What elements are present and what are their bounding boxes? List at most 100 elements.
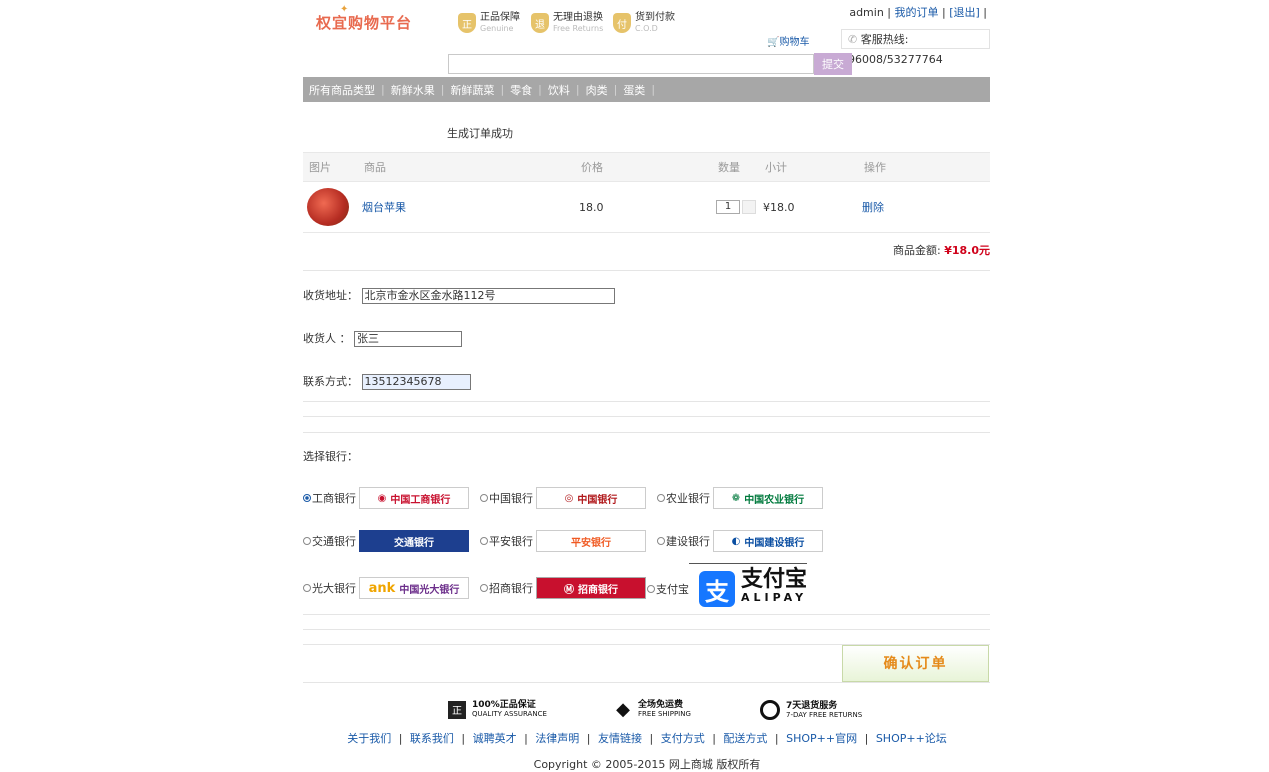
bank-select-label: 选择银行： <box>303 450 358 463</box>
category-vegetables[interactable]: 新鲜蔬菜 <box>444 82 500 98</box>
confirm-order-button[interactable]: 确认订单 <box>842 645 989 682</box>
bank-radio-pingan[interactable] <box>480 537 488 545</box>
top-nav: admin | 我的订单 | [退出] | <box>849 6 987 19</box>
bank-option-icbc[interactable]: 工商银行 ◉ 中国工商银行 <box>303 487 469 509</box>
phone-icon: ✆ <box>848 33 858 46</box>
order-table: 图片 商品 价格 数量 小计 操作 烟台苹果 18.0 1 ¥18.0 删除 <box>303 152 990 233</box>
bank-radio-icbc[interactable] <box>303 494 311 502</box>
boc-logo[interactable]: ◎ 中国银行 <box>536 487 646 509</box>
address-input[interactable]: 北京市金水区金水路112号 <box>361 288 615 304</box>
guarantee-quality: 正 100%正品保证 QUALITY ASSURANCE <box>448 700 547 719</box>
cmb-logo[interactable]: Ⓜ 招商银行 <box>536 577 646 599</box>
footer-link-official[interactable]: SHOP++官网 <box>786 732 857 745</box>
footer-link-friends[interactable]: 友情链接 <box>598 732 642 745</box>
divider <box>689 563 807 564</box>
cod-icon: 付 <box>613 13 631 33</box>
ceb-logo[interactable]: ank 中国光大银行 <box>359 577 469 599</box>
product-image[interactable] <box>307 188 349 226</box>
genuine-icon: 正 <box>458 13 476 33</box>
category-meat[interactable]: 肉类 <box>580 82 614 98</box>
footer-link-payment[interactable]: 支付方式 <box>661 732 705 745</box>
cart-icon: 🛒 <box>767 37 780 48</box>
footer-link-contact[interactable]: 联系我们 <box>410 732 454 745</box>
cmb-logo-icon: Ⓜ <box>564 584 574 596</box>
hotline: ✆ 客服热线: 96008/53277764 <box>841 29 990 66</box>
cart-link[interactable]: 🛒购物车 <box>767 33 809 48</box>
badge-genuine: 正 正品保障 Genuine <box>458 11 520 35</box>
footer-link-about[interactable]: 关于我们 <box>347 732 391 745</box>
quality-icon: 正 <box>448 700 466 719</box>
badge-cod: 付 货到付款 C.O.D <box>613 11 675 35</box>
delete-item-link[interactable]: 删除 <box>862 201 884 214</box>
category-nav: 所有商品类型 | 新鲜水果 | 新鲜蔬菜 | 零食 | 饮料 | 肉类 | 蛋类 | <box>303 77 990 102</box>
logout-link[interactable]: [退出] <box>949 6 980 19</box>
boc-logo-icon: ◎ <box>564 492 574 504</box>
ccb-logo-icon: ◐ <box>731 535 741 547</box>
bocom-logo[interactable]: 交通银行 <box>359 530 469 552</box>
divider <box>303 614 990 615</box>
pingan-logo[interactable]: 平安银行 <box>536 530 646 552</box>
site-logo[interactable]: 权宜购物平台 <box>316 12 446 42</box>
quantity-input[interactable]: 1 <box>716 200 740 214</box>
divider <box>303 416 990 417</box>
bank-radio-bocom[interactable] <box>303 537 311 545</box>
address-row: 收货地址： 北京市金水区金水路112号 <box>303 287 615 304</box>
order-total: 商品金额: ¥18.0元 <box>892 244 990 257</box>
col-product: 商品 <box>358 152 575 182</box>
category-snacks[interactable]: 零食 <box>504 82 538 98</box>
receiver-input[interactable]: 张三 <box>354 331 462 347</box>
abc-logo-icon: ❁ <box>731 492 741 504</box>
product-price: 18.0 <box>575 181 712 233</box>
product-name-link[interactable]: 烟台苹果 <box>362 201 406 214</box>
bank-radio-boc[interactable] <box>480 494 488 502</box>
bank-option-ccb[interactable]: 建设银行 ◐ 中国建设银行 <box>657 530 823 552</box>
phone-input[interactable]: 13512345678 <box>361 374 471 390</box>
bank-option-alipay[interactable]: 支付宝 支 支付宝 ALIPAY <box>647 569 807 607</box>
footer-link-legal[interactable]: 法律声明 <box>535 732 579 745</box>
phone-row: 联系方式： 13512345678 <box>303 373 471 390</box>
ccb-logo[interactable]: ◐ 中国建设银行 <box>713 530 823 552</box>
search-submit-button[interactable]: 提交 <box>814 53 852 75</box>
badge-free-returns: 退 无理由退换 Free Returns <box>531 11 603 35</box>
copyright: Copyright © 2005-2015 网上商城 版权所有 <box>533 758 761 771</box>
footer-link-delivery[interactable]: 配送方式 <box>723 732 767 745</box>
bank-radio-abc[interactable] <box>657 494 665 502</box>
clock-icon <box>760 700 780 720</box>
table-header-row: 图片 商品 价格 数量 小计 操作 <box>303 152 990 182</box>
category-drinks[interactable]: 饮料 <box>542 82 576 98</box>
category-eggs[interactable]: 蛋类 <box>617 82 651 98</box>
bank-radio-ccb[interactable] <box>657 537 665 545</box>
category-fruit[interactable]: 新鲜水果 <box>385 82 441 98</box>
bank-radio-ceb[interactable] <box>303 584 311 592</box>
col-subtotal: 小计 <box>759 152 858 182</box>
bank-option-pingan[interactable]: 平安银行 平安银行 <box>480 530 646 552</box>
bank-radio-cmb[interactable] <box>480 584 488 592</box>
footer-links: 关于我们 | 联系我们 | 诚聘英才 | 法律声明 | 友情链接 | 支付方式 … <box>347 732 947 745</box>
guarantee-returns: 7天退货服务 7-DAY FREE RETURNS <box>760 700 862 720</box>
bank-option-bocom[interactable]: 交通银行 交通银行 <box>303 530 469 552</box>
order-success-message: 生成订单成功 <box>447 127 513 140</box>
icbc-logo[interactable]: ◉ 中国工商银行 <box>359 487 469 509</box>
bank-option-abc[interactable]: 农业银行 ❁ 中国农业银行 <box>657 487 823 509</box>
alipay-logo[interactable]: 支 支付宝 ALIPAY <box>699 569 807 607</box>
bank-option-cmb[interactable]: 招商银行 Ⓜ 招商银行 <box>480 577 646 599</box>
footer-link-forum[interactable]: SHOP++论坛 <box>876 732 947 745</box>
category-all[interactable]: 所有商品类型 <box>303 82 381 98</box>
receiver-row: 收货人 ： 张三 <box>303 330 462 347</box>
product-subtotal: ¥18.0 <box>759 181 858 233</box>
my-orders-link[interactable]: 我的订单 <box>895 6 939 19</box>
return-icon: 退 <box>531 13 549 33</box>
footer-link-careers[interactable]: 诚聘英才 <box>473 732 517 745</box>
quantity-decrease-button[interactable] <box>742 200 756 214</box>
search-input[interactable] <box>448 54 814 74</box>
col-price: 价格 <box>575 152 712 182</box>
col-action: 操作 <box>858 152 990 182</box>
table-row: 烟台苹果 18.0 1 ¥18.0 删除 <box>303 181 990 233</box>
bank-option-boc[interactable]: 中国银行 ◎ 中国银行 <box>480 487 646 509</box>
col-image: 图片 <box>303 152 358 182</box>
bank-option-ceb[interactable]: 光大银行 ank 中国光大银行 <box>303 577 469 599</box>
col-qty: 数量 <box>712 152 759 182</box>
abc-logo[interactable]: ❁ 中国农业银行 <box>713 487 823 509</box>
bank-radio-alipay[interactable] <box>647 585 655 593</box>
guarantee-shipping: ◆ 全场免运费 FREE SHIPPING <box>614 699 691 720</box>
